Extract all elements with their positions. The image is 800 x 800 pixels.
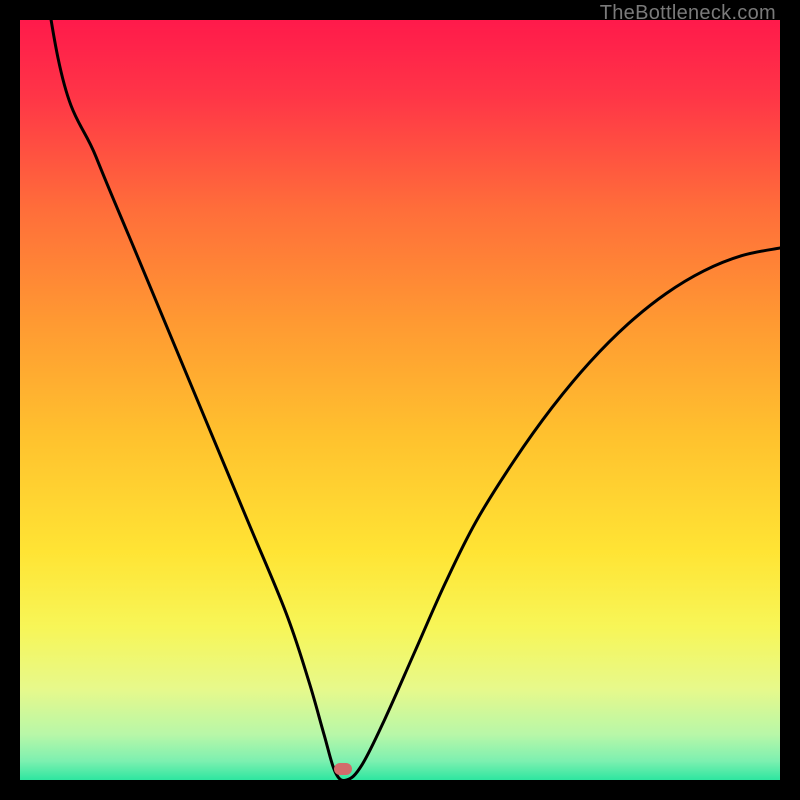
watermark-text: TheBottleneck.com [600, 2, 776, 25]
optimal-marker [334, 763, 352, 775]
bottleneck-chart [20, 20, 780, 780]
gradient-background [20, 20, 780, 780]
